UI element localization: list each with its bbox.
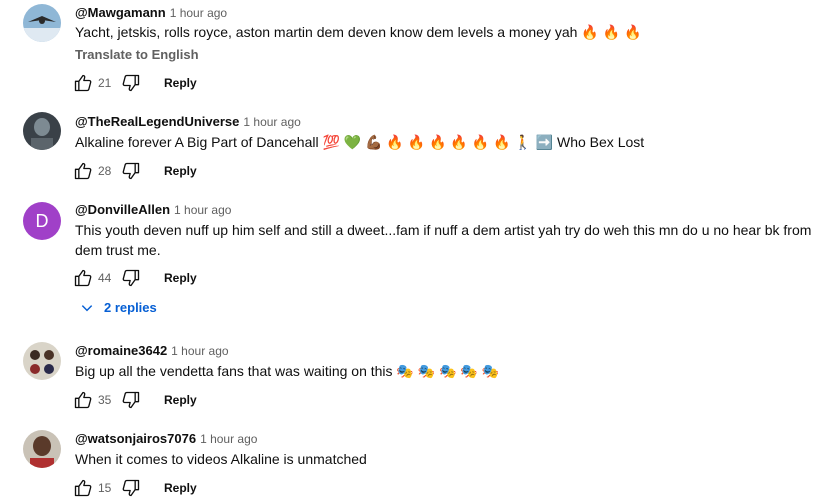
thumbs-up-icon xyxy=(74,479,92,497)
reply-button[interactable]: Reply xyxy=(164,271,197,285)
thumbs-down-icon xyxy=(122,391,140,409)
like-button[interactable] xyxy=(72,72,94,94)
comment-header: @Mawgamann 1 hour ago xyxy=(75,5,227,20)
comment-time[interactable]: 1 hour ago xyxy=(174,203,231,217)
like-button[interactable] xyxy=(72,389,94,411)
reply-button[interactable]: Reply xyxy=(164,481,197,495)
thumbs-up-icon xyxy=(74,269,92,287)
comment-author[interactable]: @Mawgamann xyxy=(75,5,166,20)
thumbs-down-icon xyxy=(122,479,140,497)
comment-actions: 35 Reply xyxy=(72,388,197,412)
comment-time[interactable]: 1 hour ago xyxy=(200,432,257,446)
translate-button[interactable]: Translate to English xyxy=(75,47,199,62)
like-count: 35 xyxy=(98,393,112,407)
avatar[interactable] xyxy=(23,342,61,380)
comment-header: @TheRealLegendUniverse 1 hour ago xyxy=(75,114,301,129)
thumbs-down-icon xyxy=(122,162,140,180)
like-count: 44 xyxy=(98,271,112,285)
thumbs-up-icon xyxy=(74,391,92,409)
comment-actions: 28 Reply xyxy=(72,159,197,183)
comment-author[interactable]: @romaine3642 xyxy=(75,343,167,358)
replies-label: 2 replies xyxy=(104,300,157,315)
comment-author[interactable]: @TheRealLegendUniverse xyxy=(75,114,239,129)
comment-header: @romaine3642 1 hour ago xyxy=(75,343,229,358)
reply-button[interactable]: Reply xyxy=(164,76,197,90)
comment-actions: 44 Reply xyxy=(72,266,197,290)
dislike-button[interactable] xyxy=(120,267,142,289)
reply-button[interactable]: Reply xyxy=(164,164,197,178)
like-button[interactable] xyxy=(72,160,94,182)
comment-author[interactable]: @watsonjairos7076 xyxy=(75,431,196,446)
comment-text: Big up all the vendetta fans that was wa… xyxy=(75,363,500,379)
comment-time[interactable]: 1 hour ago xyxy=(170,6,227,20)
comment-actions: 15 Reply xyxy=(72,476,197,500)
comment-actions: 21 Reply xyxy=(72,71,197,95)
like-button[interactable] xyxy=(72,267,94,289)
avatar[interactable] xyxy=(23,112,61,150)
avatar[interactable]: D xyxy=(23,202,61,240)
comment-text: This youth deven nuff up him self and st… xyxy=(75,222,812,258)
thumbs-up-icon xyxy=(74,74,92,92)
like-count: 15 xyxy=(98,481,112,495)
view-replies-button[interactable]: 2 replies xyxy=(80,300,157,315)
comment-text: Yacht, jetskis, rolls royce, aston marti… xyxy=(75,24,642,40)
thumbs-down-icon xyxy=(122,74,140,92)
like-button[interactable] xyxy=(72,477,94,499)
dislike-button[interactable] xyxy=(120,389,142,411)
reply-button[interactable]: Reply xyxy=(164,393,197,407)
avatar[interactable] xyxy=(23,4,61,42)
comment-header: @watsonjairos7076 1 hour ago xyxy=(75,431,257,446)
like-count: 28 xyxy=(98,164,112,178)
thumbs-up-icon xyxy=(74,162,92,180)
comment-time[interactable]: 1 hour ago xyxy=(243,115,300,129)
comment-author[interactable]: @DonvilleAllen xyxy=(75,202,170,217)
comment-text: Alkaline forever A Big Part of Dancehall… xyxy=(75,134,645,150)
chevron-down-icon xyxy=(81,304,93,311)
avatar[interactable] xyxy=(23,430,61,468)
comment-header: @DonvilleAllen 1 hour ago xyxy=(75,202,231,217)
like-count: 21 xyxy=(98,76,112,90)
comment-time[interactable]: 1 hour ago xyxy=(171,344,228,358)
comment-text: When it comes to videos Alkaline is unma… xyxy=(75,451,367,467)
dislike-button[interactable] xyxy=(120,72,142,94)
dislike-button[interactable] xyxy=(120,477,142,499)
dislike-button[interactable] xyxy=(120,160,142,182)
thumbs-down-icon xyxy=(122,269,140,287)
